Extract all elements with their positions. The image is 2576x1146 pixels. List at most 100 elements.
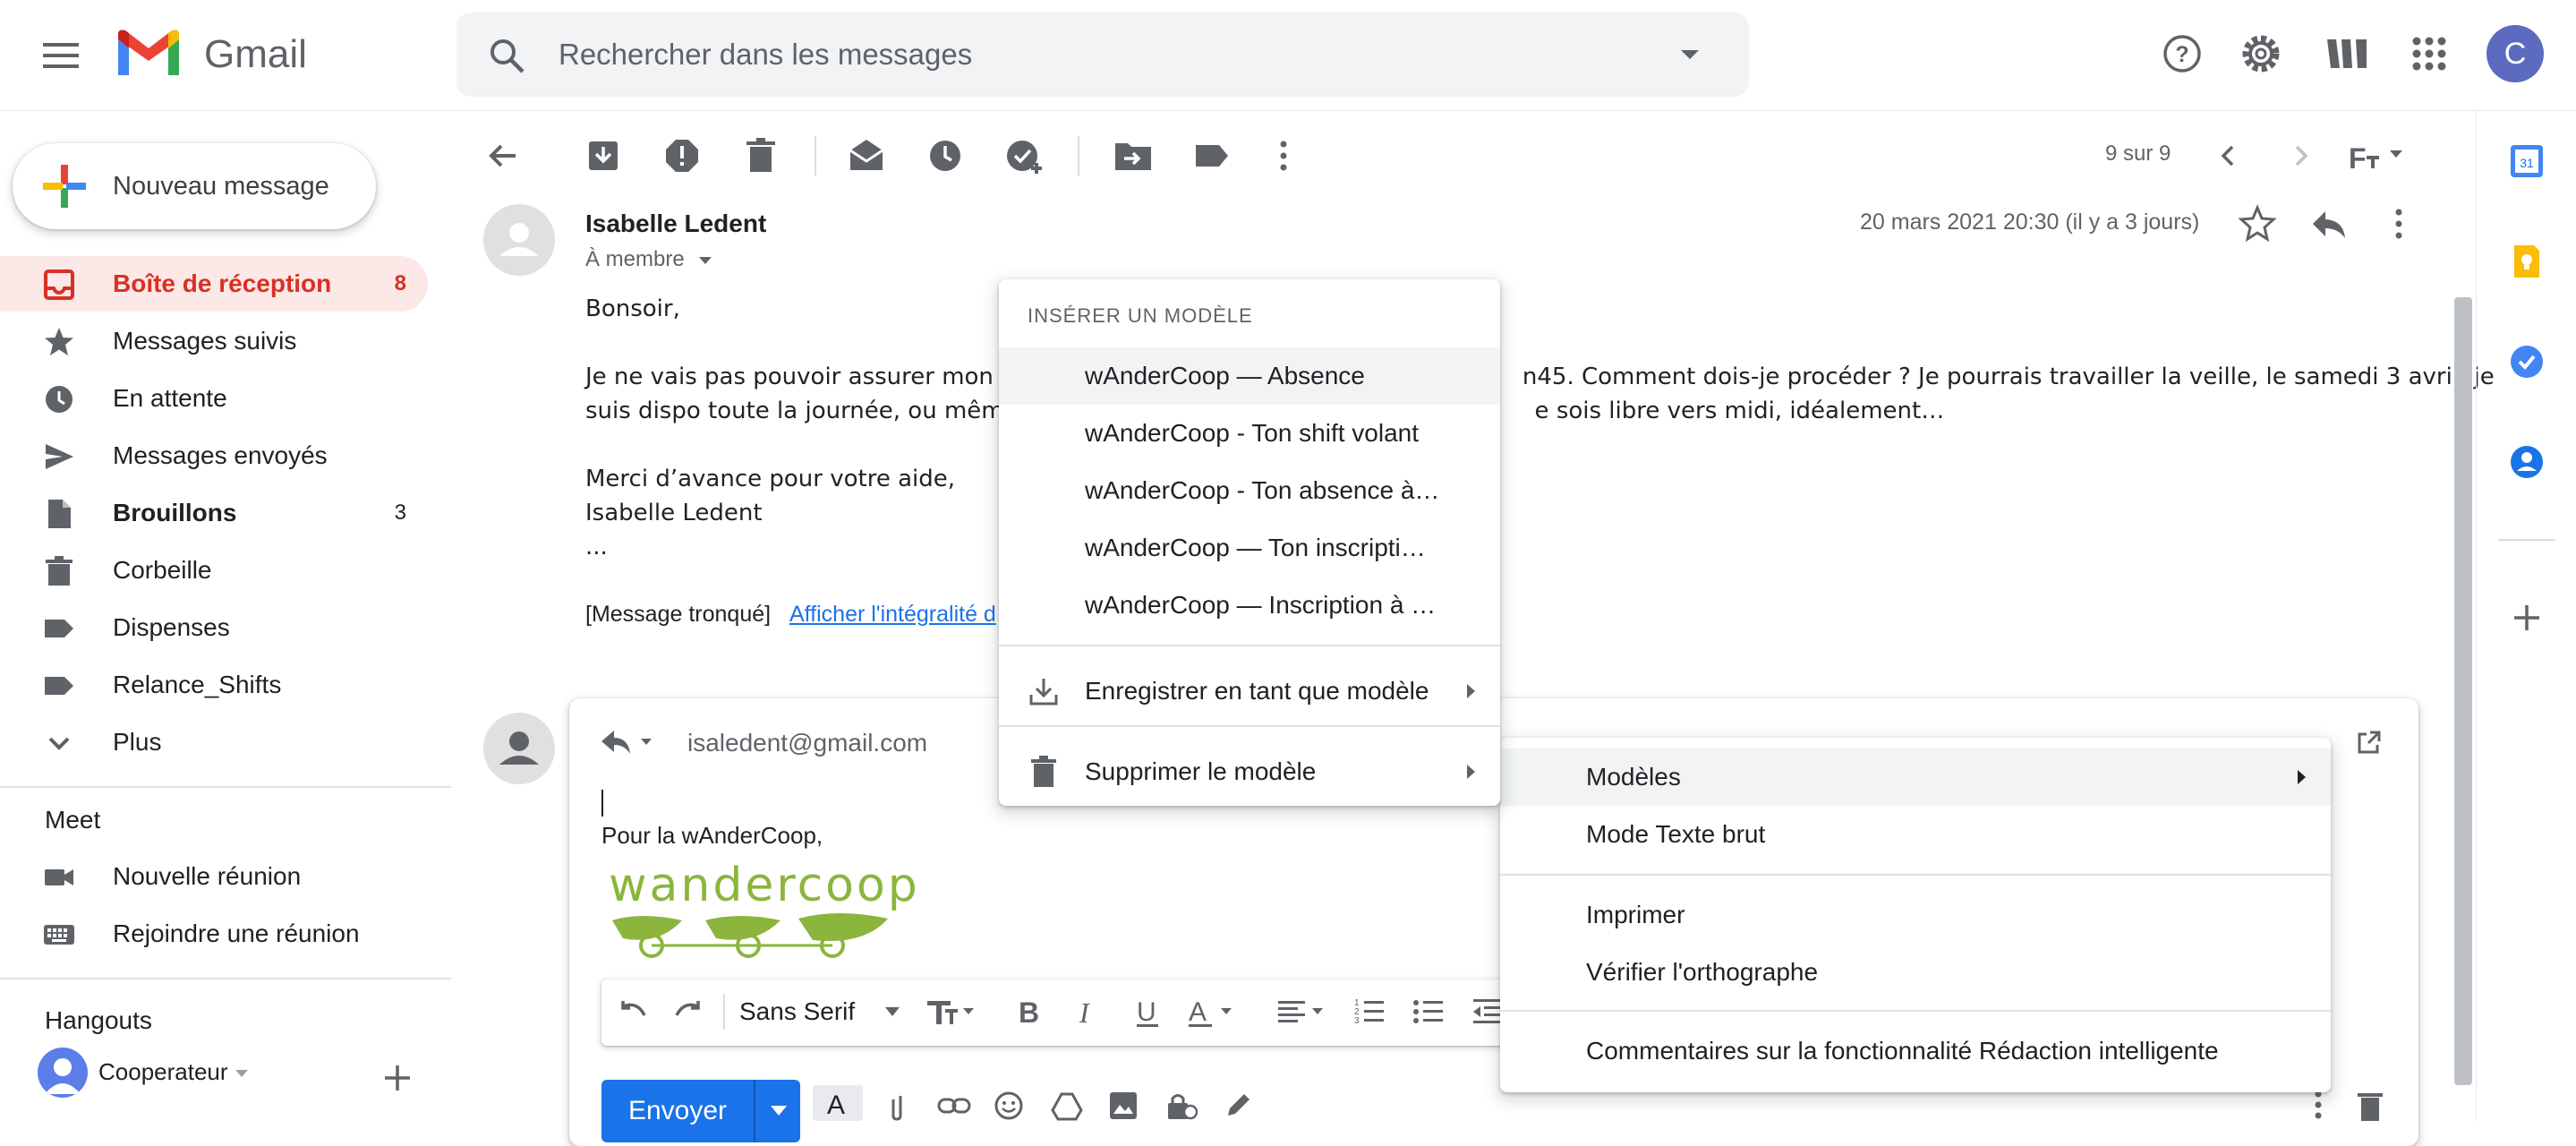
- google-tasks-icon[interactable]: [2509, 344, 2545, 380]
- get-add-ons-icon[interactable]: [2509, 600, 2545, 636]
- reply-type-icon[interactable]: [600, 725, 657, 761]
- templates-submenu: INSÉRER UN MODÈLE wAnderCoop — Absence w…: [999, 279, 1500, 806]
- bulleted-list-icon[interactable]: [1411, 994, 1446, 1030]
- italic-icon[interactable]: I: [1072, 994, 1105, 1030]
- underline-icon[interactable]: U: [1131, 994, 1164, 1030]
- attach-file-icon[interactable]: [883, 1090, 915, 1121]
- insert-link-icon[interactable]: [936, 1090, 972, 1121]
- caret-down-icon[interactable]: [698, 256, 712, 265]
- align-icon[interactable]: [1275, 994, 1328, 1030]
- sidebar-item-dispenses[interactable]: Dispenses: [0, 600, 428, 655]
- save-as-template-item[interactable]: Enregistrer en tant que modèle: [999, 657, 1500, 725]
- menu-item-print[interactable]: Imprimer: [1500, 886, 2331, 944]
- account-avatar[interactable]: C: [2486, 25, 2544, 82]
- label-as-icon[interactable]: [1189, 133, 1235, 179]
- template-item[interactable]: wAnderCoop - Ton absence à…: [999, 462, 1500, 519]
- snooze-clock-icon[interactable]: [922, 133, 968, 179]
- meet-join-meeting[interactable]: Rejoindre une réunion: [0, 906, 428, 962]
- undo-icon[interactable]: [614, 994, 650, 1030]
- signature-text[interactable]: Pour la wAnderCoop,: [601, 822, 823, 850]
- formatting-options-icon[interactable]: A: [813, 1085, 863, 1121]
- text-color-icon[interactable]: A: [1185, 994, 1239, 1030]
- gmail-logo-icon[interactable]: [115, 27, 183, 81]
- pagination-count: 9 sur 9: [2105, 141, 2171, 166]
- sidebar-item-drafts[interactable]: Brouillons 3: [0, 485, 428, 541]
- sidebar-item-starred[interactable]: Messages suivis: [0, 313, 428, 369]
- insert-photo-icon[interactable]: [1108, 1090, 1139, 1121]
- star-icon: [43, 326, 75, 358]
- search-input[interactable]: Rechercher dans les messages: [559, 13, 972, 97]
- menu-item-spellcheck[interactable]: Vérifier l'orthographe: [1500, 944, 2331, 1001]
- google-calendar-icon[interactable]: 31: [2509, 143, 2545, 179]
- menu-item-label: Modèles: [1586, 763, 1681, 791]
- more-vert-icon[interactable]: [2377, 202, 2420, 245]
- text-size-icon[interactable]: [924, 994, 977, 1030]
- google-contacts-icon[interactable]: [2509, 444, 2545, 480]
- menu-item-templates[interactable]: Modèles: [1500, 748, 2331, 806]
- sender-name[interactable]: Isabelle Ledent: [585, 210, 766, 238]
- confidential-mode-icon[interactable]: [1165, 1090, 1198, 1121]
- add-task-icon[interactable]: [1001, 133, 1047, 179]
- add-icon[interactable]: [381, 1062, 414, 1094]
- template-item[interactable]: wAnderCoop - Ton shift volant: [999, 405, 1500, 462]
- report-spam-icon[interactable]: [659, 133, 705, 179]
- caret-down-icon[interactable]: [884, 1006, 900, 1017]
- more-options-icon[interactable]: [2300, 1090, 2336, 1121]
- recipient-line[interactable]: À membre: [585, 247, 685, 272]
- sidebar-item-sent[interactable]: Messages envoyés: [0, 428, 428, 483]
- sidebar-item-relance-shifts[interactable]: Relance_Shifts: [0, 657, 428, 713]
- google-keep-icon[interactable]: [2509, 244, 2545, 279]
- reply-recipient[interactable]: isaledent@gmail.com: [687, 729, 927, 757]
- template-item[interactable]: wAnderCoop — Inscription à …: [999, 577, 1500, 634]
- send-options-icon[interactable]: [770, 1105, 788, 1117]
- send-button[interactable]: Envoyer: [601, 1080, 800, 1142]
- more-vert-icon[interactable]: [1260, 133, 1307, 179]
- star-outline-icon[interactable]: [2236, 202, 2279, 245]
- sidebar-item-more[interactable]: Plus: [0, 714, 428, 770]
- delete-template-item[interactable]: Supprimer le modèle: [999, 738, 1500, 806]
- signature-pen-icon[interactable]: [1223, 1090, 1253, 1121]
- delete-icon[interactable]: [738, 133, 784, 179]
- view-entire-message-link[interactable]: Afficher l'intégralité d: [789, 602, 996, 628]
- help-icon[interactable]: ?: [2157, 27, 2207, 81]
- input-tools-icon[interactable]: F: [2347, 133, 2415, 179]
- archive-icon[interactable]: [580, 133, 627, 179]
- search-icon[interactable]: [487, 36, 526, 75]
- caret-down-icon[interactable]: [235, 1069, 249, 1078]
- mark-unread-icon[interactable]: [843, 133, 890, 179]
- discard-draft-icon[interactable]: [2352, 1090, 2388, 1121]
- template-item[interactable]: wAnderCoop — Absence: [999, 347, 1500, 405]
- reply-icon[interactable]: [2307, 202, 2350, 245]
- older-chevron-icon[interactable]: [2277, 133, 2324, 179]
- bold-icon[interactable]: B: [1013, 994, 1045, 1030]
- workspace-app-icon[interactable]: [2322, 27, 2372, 81]
- meet-new-meeting[interactable]: Nouvelle réunion: [0, 849, 428, 904]
- move-to-icon[interactable]: [1110, 133, 1156, 179]
- brand-name[interactable]: Gmail: [204, 32, 307, 77]
- sidebar-item-snoozed[interactable]: En attente: [0, 371, 428, 426]
- scrollbar-thumb[interactable]: [2454, 297, 2472, 1085]
- apps-grid-icon[interactable]: [2404, 27, 2454, 81]
- main-menu-icon[interactable]: [38, 34, 88, 77]
- compose-button[interactable]: Nouveau message: [13, 143, 376, 229]
- search-options-icon[interactable]: [1679, 47, 1701, 63]
- google-drive-icon[interactable]: [1051, 1090, 1083, 1121]
- menu-item-plain-text[interactable]: Mode Texte brut: [1500, 806, 2331, 863]
- back-arrow-icon[interactable]: [480, 133, 526, 179]
- newer-chevron-icon[interactable]: [2205, 133, 2252, 179]
- template-item[interactable]: wAnderCoop — Ton inscripti…: [999, 519, 1500, 577]
- hangouts-avatar[interactable]: [38, 1048, 88, 1098]
- numbered-list-icon[interactable]: 123: [1352, 994, 1387, 1030]
- sender-avatar[interactable]: [483, 204, 555, 276]
- pop-out-icon[interactable]: [2356, 729, 2383, 756]
- hangouts-user-name[interactable]: Cooperateur: [98, 1058, 228, 1086]
- sidebar-item-trash[interactable]: Corbeille: [0, 543, 428, 598]
- search-bar[interactable]: Rechercher dans les messages: [456, 13, 1749, 97]
- menu-item-smart-compose-feedback[interactable]: Commentaires sur la fonctionnalité Rédac…: [1500, 1022, 2331, 1080]
- font-family-select[interactable]: Sans Serif: [739, 997, 855, 1026]
- menu-item-label: Vérifier l'orthographe: [1586, 958, 1819, 986]
- redo-icon[interactable]: [671, 994, 707, 1030]
- settings-gear-icon[interactable]: [2236, 27, 2286, 81]
- sidebar-item-inbox[interactable]: Boîte de réception 8: [0, 256, 428, 312]
- emoji-icon[interactable]: [994, 1090, 1024, 1121]
